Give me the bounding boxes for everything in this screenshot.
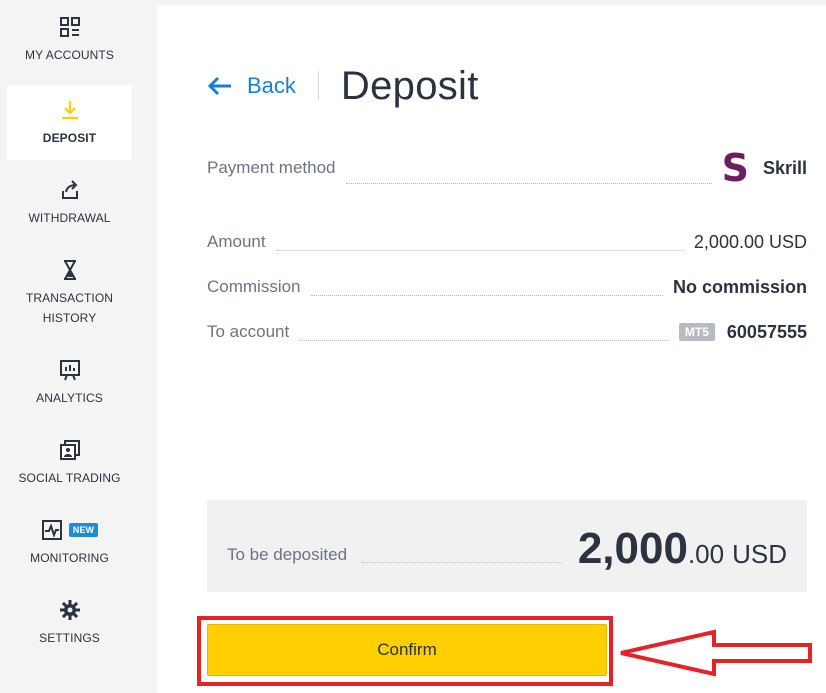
summary-currency: USD: [732, 539, 787, 569]
confirm-button[interactable]: Confirm: [207, 624, 607, 676]
deposit-icon: [59, 98, 81, 122]
sidebar-item-label: ANALYTICS: [36, 390, 103, 405]
amount-value: 2,000.00 USD: [693, 231, 807, 252]
to-account-row: To account MT5 60057555: [207, 319, 807, 345]
sidebar-item-my-accounts[interactable]: MY ACCOUNTS: [7, 10, 132, 70]
summary-amount-int: 2,000: [577, 524, 688, 573]
deposit-summary: To be deposited 2,000 .00 USD: [207, 500, 807, 592]
commission-value: No commission: [672, 276, 807, 297]
sidebar-item-label-line2: HISTORY: [42, 310, 97, 325]
payment-method-label: Payment method: [207, 158, 336, 177]
hourglass-icon: [59, 258, 81, 282]
summary-amount-dec: .00: [687, 539, 725, 569]
sidebar-item-label: MONITORING: [30, 550, 109, 565]
analytics-icon: [59, 358, 81, 382]
sidebar-item-social-trading[interactable]: SOCIAL TRADING: [7, 430, 132, 495]
monitoring-icon: NEW: [41, 518, 99, 542]
sidebar-item-label: DEPOSIT: [42, 130, 97, 145]
payment-method-row: Payment method S Skrill: [207, 148, 807, 188]
amount-row: Amount 2,000.00 USD: [207, 229, 807, 255]
commission-label: Commission: [207, 277, 301, 296]
social-trading-icon: [59, 438, 81, 462]
commission-row: Commission No commission: [207, 274, 807, 300]
gear-icon: [59, 598, 81, 622]
sidebar-item-label: MY ACCOUNTS: [25, 48, 114, 62]
sidebar-item-label-line1: TRANSACTION: [25, 290, 114, 305]
annotation-arrow-icon: [620, 629, 812, 677]
dotted-leader: [299, 340, 669, 341]
summary-label: To be deposited: [227, 545, 348, 564]
amount-label: Amount: [207, 232, 266, 251]
sidebar-item-deposit[interactable]: DEPOSIT: [7, 85, 132, 160]
sidebar-item-withdrawal[interactable]: WITHDRAWAL: [7, 170, 132, 235]
withdrawal-icon: [59, 178, 81, 202]
deposit-panel: Back Deposit Payment method S Skrill Amo…: [157, 5, 826, 693]
platform-badge: MT5: [678, 323, 715, 341]
payment-method-value: Skrill: [762, 157, 807, 178]
page-header: Back Deposit: [207, 60, 479, 112]
sidebar-item-label: SOCIAL TRADING: [18, 470, 121, 485]
new-badge: NEW: [68, 522, 99, 537]
sidebar-item-label: SETTINGS: [39, 630, 100, 645]
sidebar-item-transaction-history[interactable]: TRANSACTION HISTORY: [7, 250, 132, 335]
summary-amount: 2,000 .00 USD: [578, 524, 787, 574]
header-divider: [317, 71, 319, 101]
sidebar-item-settings[interactable]: SETTINGS: [7, 590, 132, 655]
to-account-value: 60057555: [726, 321, 807, 342]
dotted-leader: [310, 295, 663, 296]
to-account-label: To account: [207, 322, 290, 341]
dotted-leader: [362, 562, 562, 563]
back-button[interactable]: Back: [207, 73, 296, 99]
page-title: Deposit: [340, 63, 479, 108]
sidebar: MY ACCOUNTS DEPOSIT WITHDRAWAL TRANSACTI…: [0, 0, 140, 693]
sidebar-item-analytics[interactable]: ANALYTICS: [7, 350, 132, 415]
dotted-leader: [275, 250, 684, 251]
dotted-leader: [345, 183, 712, 184]
arrow-left-icon: [207, 76, 231, 96]
back-label: Back: [247, 73, 296, 98]
accounts-icon: [59, 15, 81, 39]
skrill-logo-icon: S: [721, 146, 749, 190]
sidebar-item-monitoring[interactable]: NEW MONITORING: [7, 510, 132, 575]
sidebar-item-label: WITHDRAWAL: [28, 210, 111, 225]
